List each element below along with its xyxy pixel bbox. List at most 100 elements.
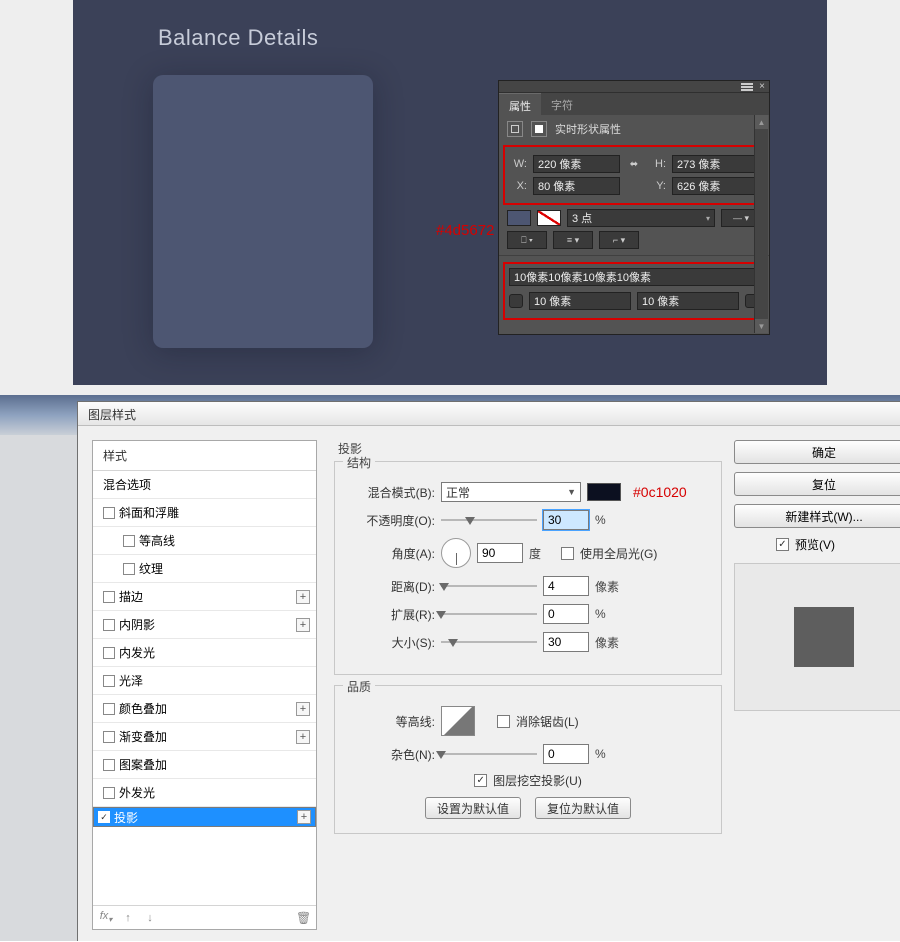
styles-footer: fx▾ ↑ ↓ 🗑 [93,905,316,929]
fill-swatch[interactable] [507,210,531,226]
style-label: 等高线 [139,532,310,549]
preview-checkbox[interactable]: ✓ [776,538,789,551]
style-checkbox[interactable] [103,787,115,799]
panel-menu-icon[interactable] [741,83,753,91]
px-unit: 像素 [595,578,621,595]
style-row-0[interactable]: 混合选项 [93,471,316,499]
stroke-weight-select[interactable]: 3 点 ▾ [567,209,715,227]
move-up-icon[interactable]: ↑ [121,912,135,924]
x-input[interactable] [533,177,620,195]
corner-select[interactable]: ⌐ ▾ [599,231,639,249]
y-input[interactable] [672,177,759,195]
style-row-12[interactable]: ✓投影+ [93,807,316,827]
style-row-6[interactable]: 内发光 [93,639,316,667]
size-slider[interactable] [441,635,537,649]
set-default-button[interactable]: 设置为默认值 [425,797,521,819]
new-style-button[interactable]: 新建样式(W)... [734,504,900,528]
style-checkbox[interactable] [123,563,135,575]
style-row-7[interactable]: 光泽 [93,667,316,695]
reset-default-button[interactable]: 复位为默认值 [535,797,631,819]
panel-scrollbar[interactable]: ▲ ▼ [754,115,768,333]
style-add-button[interactable]: + [296,590,310,604]
noise-input[interactable] [543,744,589,764]
page-title: Balance Details [158,25,318,51]
align-select[interactable]: ≡ ▾ [553,231,593,249]
cancel-button[interactable]: 复位 [734,472,900,496]
style-row-8[interactable]: 颜色叠加+ [93,695,316,723]
style-checkbox[interactable] [103,703,115,715]
radius-a-input[interactable] [529,292,631,310]
ok-button[interactable]: 确定 [734,440,900,464]
style-row-2[interactable]: 等高线 [93,527,316,555]
scroll-down-icon[interactable]: ▼ [755,319,768,333]
distance-input[interactable] [543,576,589,596]
style-checkbox[interactable] [103,507,115,519]
style-row-9[interactable]: 渐变叠加 + [93,723,316,751]
structure-legend: 结构 [343,454,375,471]
balance-card-shape[interactable] [153,75,373,348]
style-add-button[interactable]: + [296,618,310,632]
style-checkbox[interactable] [103,591,115,603]
style-row-1[interactable]: 斜面和浮雕 [93,499,316,527]
radius-b-input[interactable] [637,292,739,310]
dialog-title: 图层样式 [78,402,900,426]
knockout-label: 图层挖空投影(U) [493,772,582,789]
spread-slider[interactable] [441,607,537,621]
radii-combined-input[interactable] [509,268,759,286]
antialias-checkbox[interactable] [497,715,510,728]
spread-input[interactable] [543,604,589,624]
style-label: 内发光 [119,644,310,661]
blend-mode-select[interactable]: 正常 ▼ [441,482,581,502]
link-wh-icon[interactable]: ⬌ [626,156,642,172]
opacity-slider[interactable] [441,513,537,527]
distance-label: 距离(D): [349,578,435,595]
style-add-button[interactable]: + [297,810,311,824]
angle-dial[interactable] [441,538,471,568]
style-label: 混合选项 [103,476,310,493]
scroll-up-icon[interactable]: ▲ [755,115,768,129]
contour-picker[interactable] [441,706,475,736]
style-add-button[interactable]: + [296,702,310,716]
radius-tl-icon[interactable] [509,294,523,308]
knockout-checkbox[interactable]: ✓ [474,774,487,787]
stroke-swatch[interactable] [537,210,561,226]
style-checkbox[interactable] [123,535,135,547]
x-label: X: [509,180,527,192]
cap-select[interactable]: ⎕ ▾ [507,231,547,249]
style-row-3[interactable]: 纹理 [93,555,316,583]
size-input[interactable] [543,632,589,652]
quality-legend: 品质 [343,678,375,695]
tab-properties[interactable]: 属性 [499,93,541,115]
shadow-color-chip[interactable] [587,483,621,501]
opacity-input[interactable] [543,510,589,530]
style-label: 渐变叠加 [119,728,292,745]
style-checkbox[interactable] [103,619,115,631]
preview-label: 预览(V) [795,536,835,553]
style-row-10[interactable]: 图案叠加 [93,751,316,779]
noise-slider[interactable] [441,747,537,761]
tab-character[interactable]: 字符 [541,93,583,115]
global-light-checkbox[interactable] [561,547,574,560]
y-label: Y: [648,180,666,192]
style-checkbox[interactable] [103,647,115,659]
height-input[interactable] [672,155,759,173]
move-down-icon[interactable]: ↓ [143,912,157,924]
trash-icon[interactable]: 🗑 [296,911,310,925]
distance-slider[interactable] [441,579,537,593]
fx-icon[interactable]: fx▾ [99,910,113,924]
style-checkbox[interactable] [103,759,115,771]
width-input[interactable] [533,155,620,173]
style-label: 纹理 [139,560,310,577]
style-checkbox[interactable] [103,731,115,743]
style-checkbox[interactable]: ✓ [98,811,110,823]
shape-outline-icon [507,121,523,137]
contour-label: 等高线: [349,713,435,730]
panel-close-icon[interactable]: × [759,82,765,92]
style-row-11[interactable]: 外发光 [93,779,316,807]
style-row-4[interactable]: 描边+ [93,583,316,611]
style-row-5[interactable]: 内阴影+ [93,611,316,639]
style-add-button[interactable]: + [296,730,310,744]
shadow-hex-annotation: #0c1020 [633,484,687,500]
angle-input[interactable] [477,543,523,563]
style-checkbox[interactable] [103,675,115,687]
